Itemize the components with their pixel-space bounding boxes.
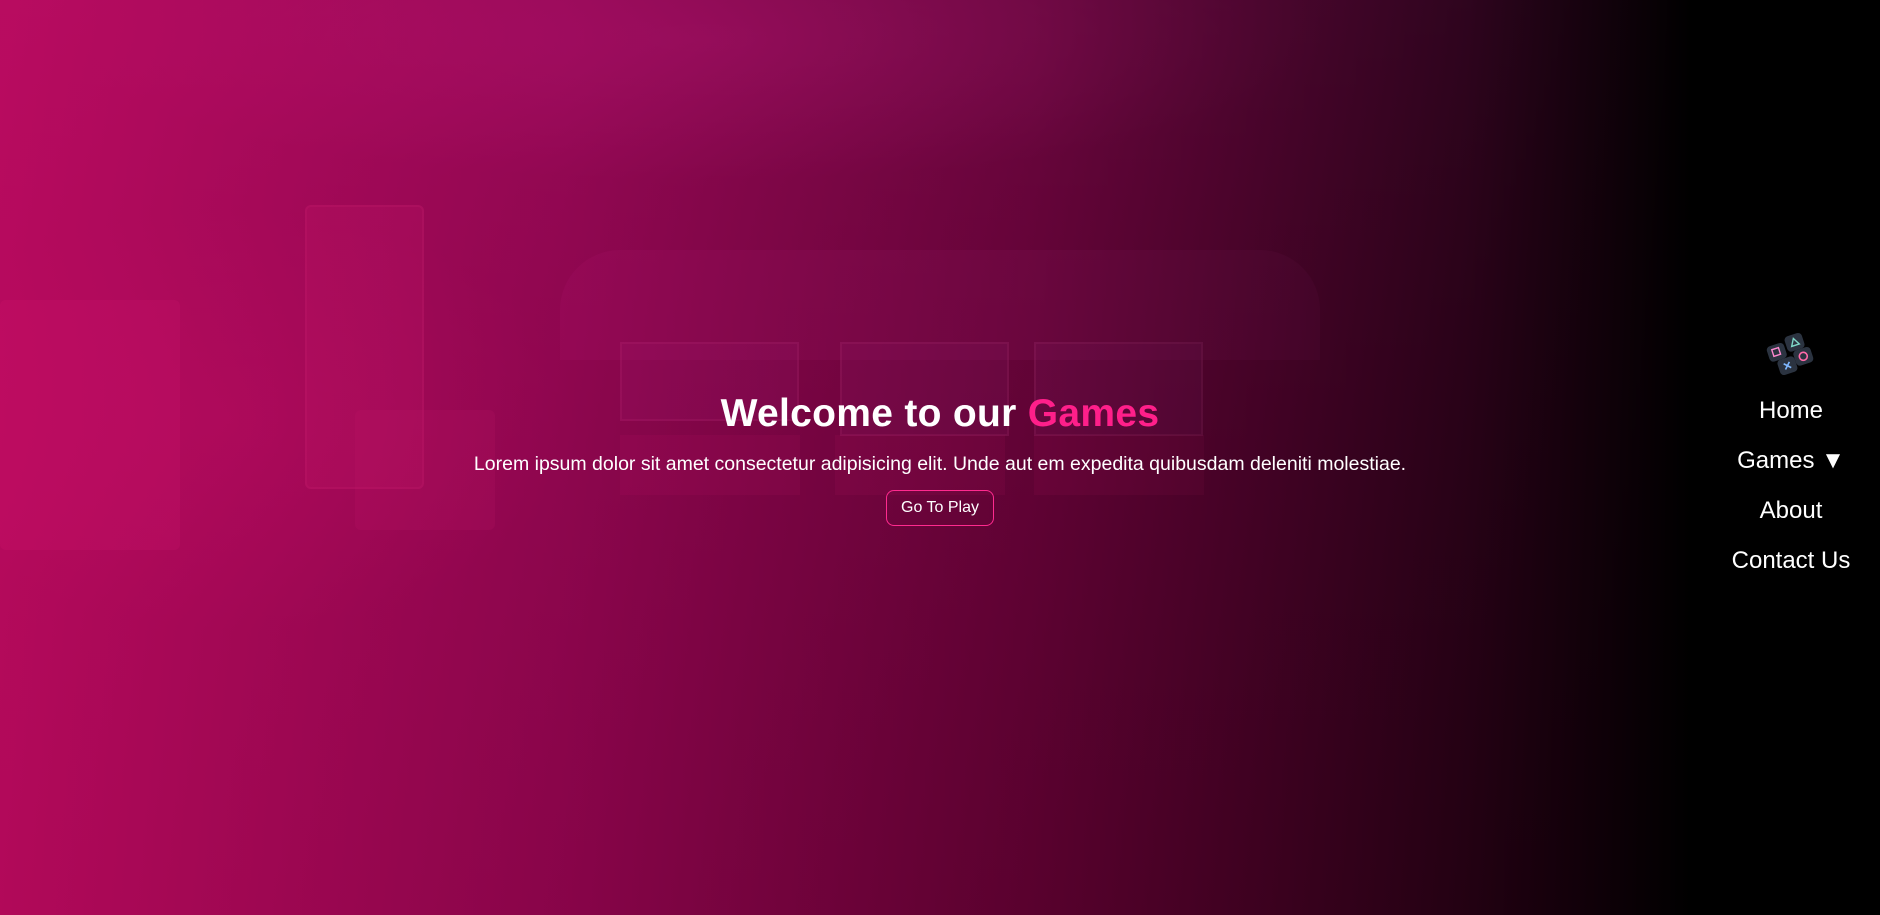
gamepad-buttons-icon[interactable]	[1763, 330, 1819, 378]
hero-title-accent: Games	[1027, 392, 1160, 435]
go-to-play-button[interactable]: Go To Play	[886, 490, 994, 526]
nav-item-contact-us[interactable]: Contact Us	[1700, 547, 1880, 575]
hero-title: Welcome to our Games	[0, 392, 1880, 436]
nav-item-about[interactable]: About	[1700, 497, 1880, 525]
hero-title-prefix: Welcome to our	[720, 392, 1028, 435]
hero-section: Welcome to our Games Lorem ipsum dolor s…	[0, 0, 1880, 915]
hero-subtitle: Lorem ipsum dolor sit amet consectetur a…	[473, 453, 1407, 475]
nav-item-games-dropdown[interactable]: Games ▼	[1700, 447, 1880, 475]
nav-item-home[interactable]: Home	[1700, 397, 1880, 425]
